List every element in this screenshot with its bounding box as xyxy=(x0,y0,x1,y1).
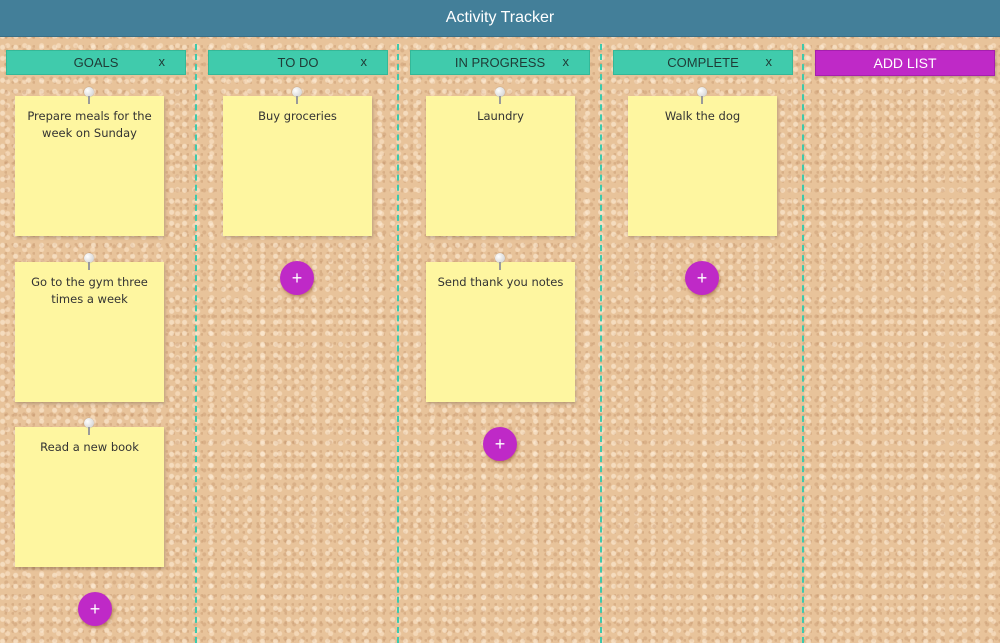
column-divider xyxy=(397,44,399,643)
app-header: Activity Tracker xyxy=(0,0,1000,37)
list-title: GOALS xyxy=(73,55,119,70)
add-list-button[interactable]: ADD LIST xyxy=(815,50,995,76)
note-card[interactable]: Send thank you notes xyxy=(426,253,575,402)
pushpin-icon xyxy=(84,253,94,270)
list-header-goals[interactable]: GOALS x xyxy=(6,50,186,75)
note-card[interactable]: Walk the dog xyxy=(628,87,777,236)
close-list-button[interactable]: x xyxy=(159,54,166,69)
list-title: IN PROGRESS xyxy=(454,55,546,70)
add-card-button[interactable]: + xyxy=(685,261,719,295)
close-list-button[interactable]: x xyxy=(766,54,773,69)
app-title: Activity Tracker xyxy=(445,9,555,26)
note-text: Go to the gym three times a week xyxy=(31,275,148,306)
plus-icon: + xyxy=(89,598,101,619)
note-card[interactable]: Buy groceries xyxy=(223,87,372,236)
list-header-to-do[interactable]: TO DO x xyxy=(208,50,388,75)
close-list-button[interactable]: x xyxy=(361,54,368,69)
add-card-button[interactable]: + xyxy=(280,261,314,295)
list-to-do: TO DO x Buy groceries + xyxy=(202,36,404,643)
pushpin-icon xyxy=(697,87,707,104)
add-card-button[interactable]: + xyxy=(483,427,517,461)
column-divider xyxy=(802,44,804,643)
note-text: Buy groceries xyxy=(258,109,337,123)
pushpin-icon xyxy=(292,87,302,104)
list-header-complete[interactable]: COMPLETE x xyxy=(613,50,793,75)
pushpin-icon xyxy=(495,253,505,270)
note-text: Read a new book xyxy=(40,440,139,454)
list-header-in-progress[interactable]: IN PROGRESS x xyxy=(410,50,590,75)
column-divider xyxy=(195,44,197,643)
note-card[interactable]: Read a new book xyxy=(15,418,164,567)
note-card[interactable]: Laundry xyxy=(426,87,575,236)
plus-icon: + xyxy=(494,433,506,454)
column-divider xyxy=(600,44,602,643)
note-text: Prepare meals for the week on Sunday xyxy=(27,109,152,140)
plus-icon: + xyxy=(696,267,708,288)
add-card-button[interactable]: + xyxy=(78,592,112,626)
list-title: COMPLETE xyxy=(667,55,739,70)
note-text: Laundry xyxy=(477,109,524,123)
pushpin-icon xyxy=(495,87,505,104)
plus-icon: + xyxy=(291,267,303,288)
note-card[interactable]: Go to the gym three times a week xyxy=(15,253,164,402)
note-text: Walk the dog xyxy=(664,109,741,123)
note-text: Send thank you notes xyxy=(437,275,564,289)
note-card[interactable]: Prepare meals for the week on Sunday xyxy=(15,87,164,236)
close-list-button[interactable]: x xyxy=(563,54,570,69)
list-title: TO DO xyxy=(277,55,319,70)
list-goals: GOALS x Prepare meals for the week on Su… xyxy=(0,36,202,643)
pushpin-icon xyxy=(84,418,94,435)
list-complete: COMPLETE x Walk the dog + xyxy=(607,36,809,643)
list-in-progress: IN PROGRESS x Laundry Send thank you not… xyxy=(404,36,606,643)
pushpin-icon xyxy=(84,87,94,104)
